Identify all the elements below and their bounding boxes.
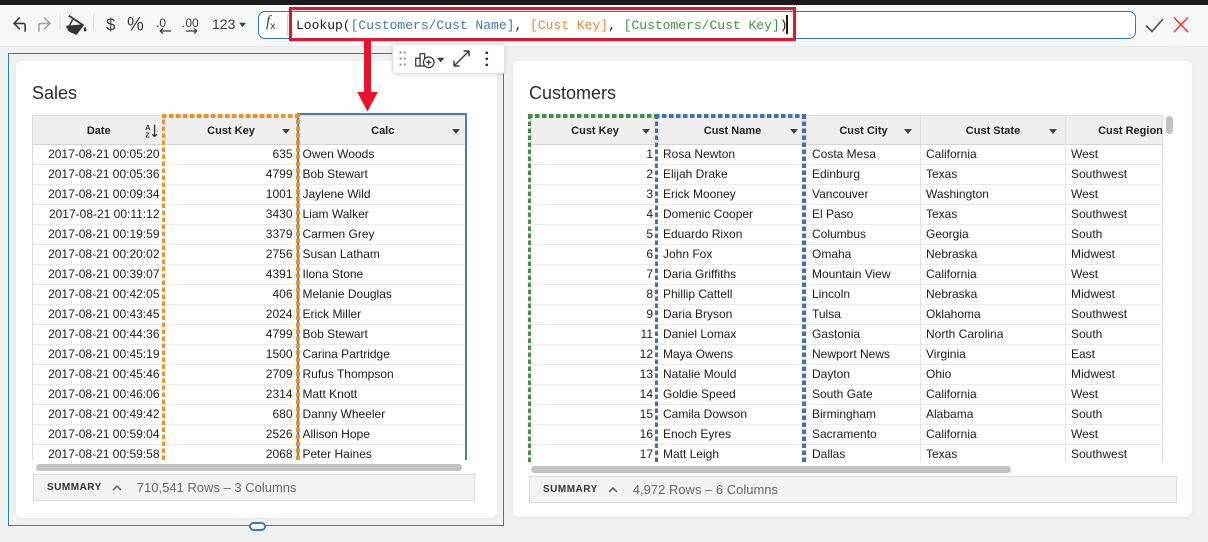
svg-text:%: %: [127, 15, 144, 36]
svg-text:Z: Z: [145, 131, 150, 140]
svg-text:$: $: [106, 15, 116, 34]
svg-text:123: 123: [212, 16, 236, 32]
svg-text:.0: .0: [156, 16, 166, 30]
svg-text:.00: .00: [182, 16, 199, 30]
